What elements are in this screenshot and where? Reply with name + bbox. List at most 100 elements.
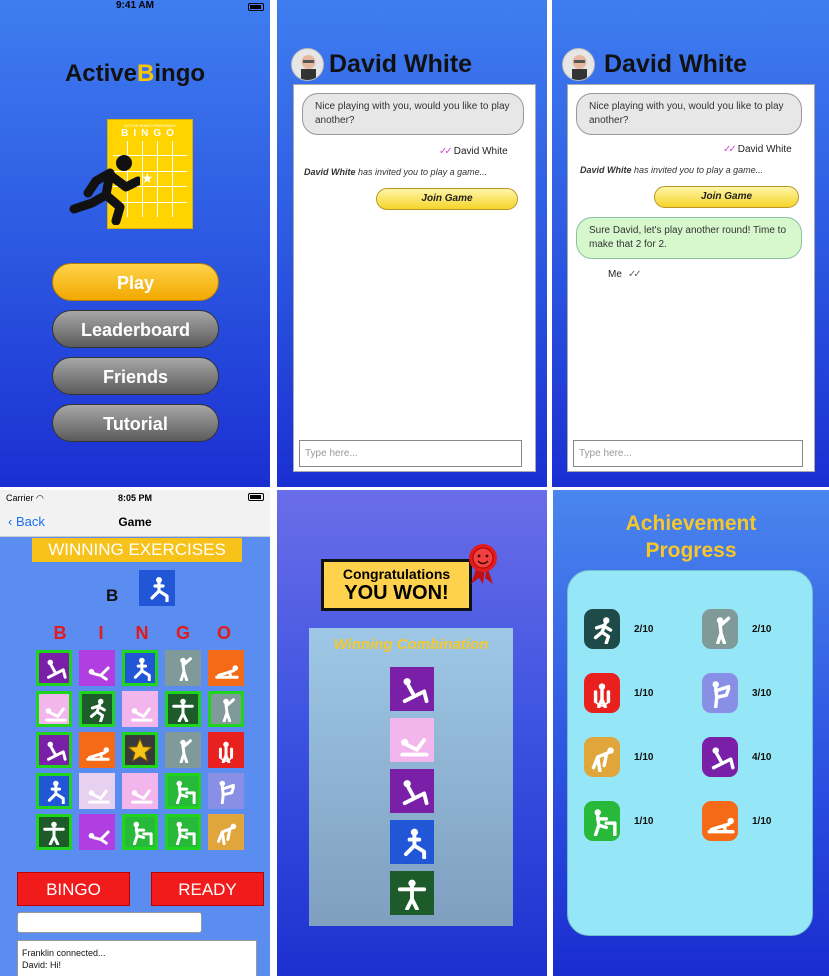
current-letter: B <box>106 586 119 605</box>
bingo-tile[interactable] <box>208 773 244 809</box>
stretch-icon <box>88 666 110 681</box>
log-line: David: Hi! <box>22 960 62 970</box>
achievement-value: 3/10 <box>752 687 772 699</box>
letter-o: O <box>216 623 231 643</box>
play-button[interactable]: Play <box>52 263 219 301</box>
bingo-tile[interactable] <box>36 732 72 768</box>
reply-meta: Me ✓✓ <box>608 269 642 280</box>
bingo-tile[interactable] <box>36 773 72 809</box>
bingo-tile[interactable] <box>122 650 158 686</box>
run-icon <box>89 698 106 722</box>
runner-icon <box>69 155 140 225</box>
winning-combination: Winning Combination <box>309 628 513 926</box>
message-meta: ✓✓ David White <box>723 144 792 155</box>
bingo-tile[interactable] <box>36 814 72 850</box>
message-bubble: Nice playing with you, would you like to… <box>302 93 524 135</box>
lunge-icon <box>47 780 65 804</box>
lunge-icon <box>150 577 169 602</box>
achievement-item: 1/10 <box>702 801 771 841</box>
message-input[interactable]: Type here... <box>573 440 803 467</box>
combo-tile <box>390 820 434 864</box>
bingo-button[interactable]: BINGO <box>17 872 130 906</box>
achievement-value: 1/10 <box>752 815 772 827</box>
achievement-value: 4/10 <box>752 751 772 763</box>
letter-i: I <box>98 623 104 643</box>
battery-icon <box>248 493 264 501</box>
bingo-tile[interactable] <box>36 691 72 727</box>
leaderboard-button[interactable]: Leaderboard <box>52 310 219 348</box>
achievement-item: 2/10 <box>702 609 771 649</box>
bingo-tile[interactable] <box>208 650 244 686</box>
bingo-tile[interactable] <box>208 732 244 768</box>
step-icon <box>175 780 196 804</box>
bingo-tile[interactable] <box>36 650 72 686</box>
contact-name: David White <box>329 50 473 78</box>
bingo-tile[interactable] <box>79 691 115 727</box>
letter-b: B <box>53 623 67 643</box>
achievement-title: Achievement Progress <box>625 512 757 562</box>
crunch-icon <box>131 789 153 804</box>
combo-tile <box>390 667 434 711</box>
achievement-list: 2/10 2/10 1/10 3/10 1/10 4/10 1/10 1/10 <box>567 570 813 936</box>
situp-icon <box>711 747 735 770</box>
quad-stretch-icon <box>712 681 731 708</box>
message-meta: ✓✓ David White <box>439 146 508 157</box>
situp-icon <box>402 678 429 704</box>
achievement-item: 1/10 <box>584 737 653 777</box>
situp-icon <box>46 659 67 679</box>
avatar[interactable] <box>562 48 595 81</box>
bingo-tile[interactable] <box>165 814 201 850</box>
stretch-icon <box>88 830 110 845</box>
bingo-header: BINGO <box>42 623 242 644</box>
combo-tile <box>390 769 434 813</box>
message-input[interactable]: Type here... <box>299 440 522 467</box>
crunch-icon <box>88 789 110 804</box>
bingo-tile[interactable] <box>79 773 115 809</box>
bingo-tile[interactable] <box>208 691 244 727</box>
bingo-tile[interactable] <box>165 732 201 768</box>
read-check-icon: ✓✓ <box>439 146 453 157</box>
lunge-icon <box>133 657 151 681</box>
bingo-tile[interactable] <box>208 814 244 850</box>
bingo-tile[interactable] <box>165 773 201 809</box>
winning-exercises-banner: WINNING EXERCISES <box>32 538 242 562</box>
invite-text: David White has invited you to play a ga… <box>580 165 764 175</box>
chat-input[interactable] <box>17 912 202 933</box>
side-bend-icon <box>222 698 235 722</box>
join-game-button[interactable]: Join Game <box>654 186 799 208</box>
achievement-item: 1/10 <box>584 673 653 713</box>
win-screen: Congratulations YOU WON! Winning Combina… <box>277 490 547 976</box>
bingo-tile[interactable] <box>122 691 158 727</box>
bingo-tile[interactable] <box>122 773 158 809</box>
join-game-button[interactable]: Join Game <box>376 188 518 210</box>
pushup-icon <box>86 747 110 761</box>
bingo-tile[interactable] <box>165 691 201 727</box>
jumping-jack-icon <box>43 821 65 845</box>
tutorial-button[interactable]: Tutorial <box>52 404 219 442</box>
bingo-tile[interactable] <box>122 732 158 768</box>
invite-text: David White has invited you to play a ga… <box>304 167 488 177</box>
bingo-tile[interactable] <box>122 814 158 850</box>
contact-name: David White <box>604 50 748 78</box>
bingo-tile[interactable] <box>165 650 201 686</box>
avatar[interactable] <box>291 48 324 81</box>
combo-tile <box>390 718 434 762</box>
achievement-value: 2/10 <box>634 623 654 635</box>
letter-g: G <box>175 623 190 643</box>
chat-messages[interactable]: Nice playing with you, would you like to… <box>567 84 815 472</box>
step-icon <box>593 809 617 836</box>
situp-icon <box>402 780 429 806</box>
crunch-icon <box>400 738 429 757</box>
ready-button[interactable]: READY <box>151 872 264 906</box>
reply-bubble: Sure David, let's play another round! Ti… <box>576 217 802 259</box>
bingo-tile[interactable] <box>79 732 115 768</box>
side-bend-icon <box>179 739 192 763</box>
achievement-value: 2/10 <box>752 623 772 635</box>
bingo-tile[interactable] <box>79 650 115 686</box>
friends-button[interactable]: Friends <box>52 357 219 395</box>
chat-messages[interactable]: Nice playing with you, would you like to… <box>293 84 536 472</box>
combo-title: Winning Combination <box>333 636 489 653</box>
letter-n: N <box>135 623 149 643</box>
chat-screen-2: David White Nice playing with you, would… <box>552 0 829 487</box>
bingo-tile[interactable] <box>79 814 115 850</box>
